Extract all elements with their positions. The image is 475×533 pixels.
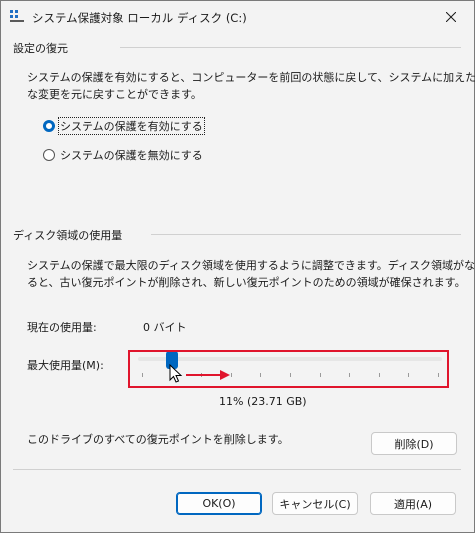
title-bar: システム保護対象 ローカル ディスク (C:): [1, 1, 474, 32]
radio-disable-label: システムの保護を無効にする: [60, 149, 203, 162]
mouse-cursor-icon: [169, 364, 183, 383]
radio-enable-protection[interactable]: システムの保護を有効にする: [43, 117, 205, 135]
apply-button[interactable]: 適用(A): [370, 492, 456, 515]
group-divider: [151, 234, 461, 235]
apply-button-label: 適用(A): [393, 497, 433, 511]
close-icon: [446, 11, 456, 22]
right-arrow-icon: [186, 370, 230, 380]
disk-description-line2: ると、古い復元ポイントが削除され、新しい復元ポイントのための領域が確保されます。: [27, 276, 466, 289]
cancel-button[interactable]: キャンセル(C): [272, 492, 358, 515]
delete-button-label: 削除(D): [394, 437, 434, 451]
max-usage-value: 11% (23.71 GB): [219, 395, 307, 408]
footer-divider: [13, 469, 461, 470]
ok-button-label: OK(O): [202, 497, 236, 510]
group-divider: [120, 47, 461, 48]
max-usage-label: 最大使用量(M):: [27, 359, 104, 372]
window-title: システム保護対象 ローカル ディスク (C:): [32, 11, 247, 25]
restore-description-line1: システムの保護を有効にすると、コンピューターを前回の状態に戻して、システムに加え…: [27, 71, 475, 84]
system-protection-app-icon: [10, 10, 24, 22]
radio-enable-label: システムの保護を有効にする: [58, 117, 205, 135]
radio-unchecked-indicator: [43, 149, 55, 161]
system-protection-dialog: システム保護対象 ローカル ディスク (C:) 設定の復元 システムの保護を有効…: [0, 0, 475, 533]
delete-button[interactable]: 削除(D): [371, 432, 457, 455]
current-usage-label: 現在の使用量:: [27, 321, 97, 334]
delete-description: このドライブのすべての復元ポイントを削除します。: [27, 433, 289, 446]
close-button[interactable]: [428, 1, 474, 32]
radio-checked-indicator: [43, 120, 55, 132]
restore-settings-group-label: 設定の復元: [13, 42, 68, 55]
current-usage-value: 0 バイト: [143, 321, 187, 334]
disk-description-line1: システムの保護で最大限のディスク領域を使用するように調整できます。ディスク領域が…: [27, 259, 475, 272]
cancel-button-label: キャンセル(C): [279, 497, 351, 511]
restore-description-line2: な変更を元に戻すことができます。: [27, 88, 202, 101]
ok-button[interactable]: OK(O): [176, 492, 262, 515]
radio-disable-protection[interactable]: システムの保護を無効にする: [43, 147, 204, 163]
disk-usage-group-label: ディスク領域の使用量: [13, 229, 123, 242]
